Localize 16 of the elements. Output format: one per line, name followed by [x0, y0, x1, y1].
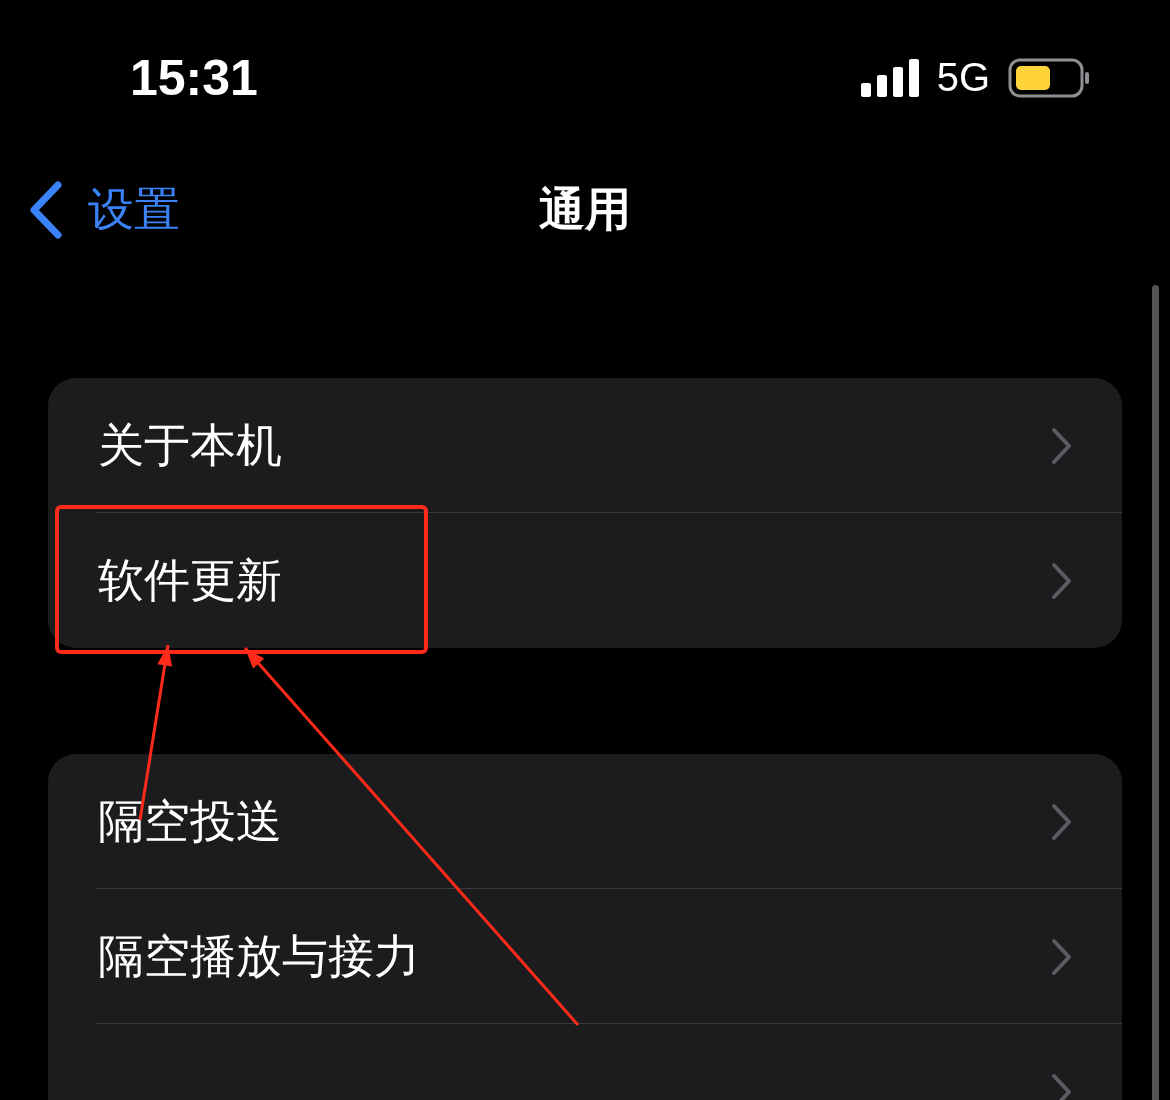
back-button[interactable]: 设置 [28, 179, 180, 241]
network-label: 5G [936, 55, 990, 100]
settings-row[interactable]: 隔空投送 [48, 754, 1122, 889]
settings-row[interactable]: 关于本机 [48, 378, 1122, 513]
chevron-icon [1050, 936, 1074, 977]
nav-title: 通用 [539, 181, 631, 238]
settings-row[interactable]: 隔空播放与接力 [48, 889, 1122, 1024]
status-time: 15:31 [130, 48, 258, 107]
battery-icon [1008, 57, 1090, 98]
signal-icon [860, 58, 919, 97]
chevron-icon [1050, 425, 1074, 466]
back-chevron-icon [28, 181, 62, 239]
chevron-icon [1050, 1071, 1074, 1100]
settings-row[interactable]: 软件更新 [48, 513, 1122, 648]
chevron-icon [1050, 560, 1074, 601]
chevron-icon [1050, 801, 1074, 842]
